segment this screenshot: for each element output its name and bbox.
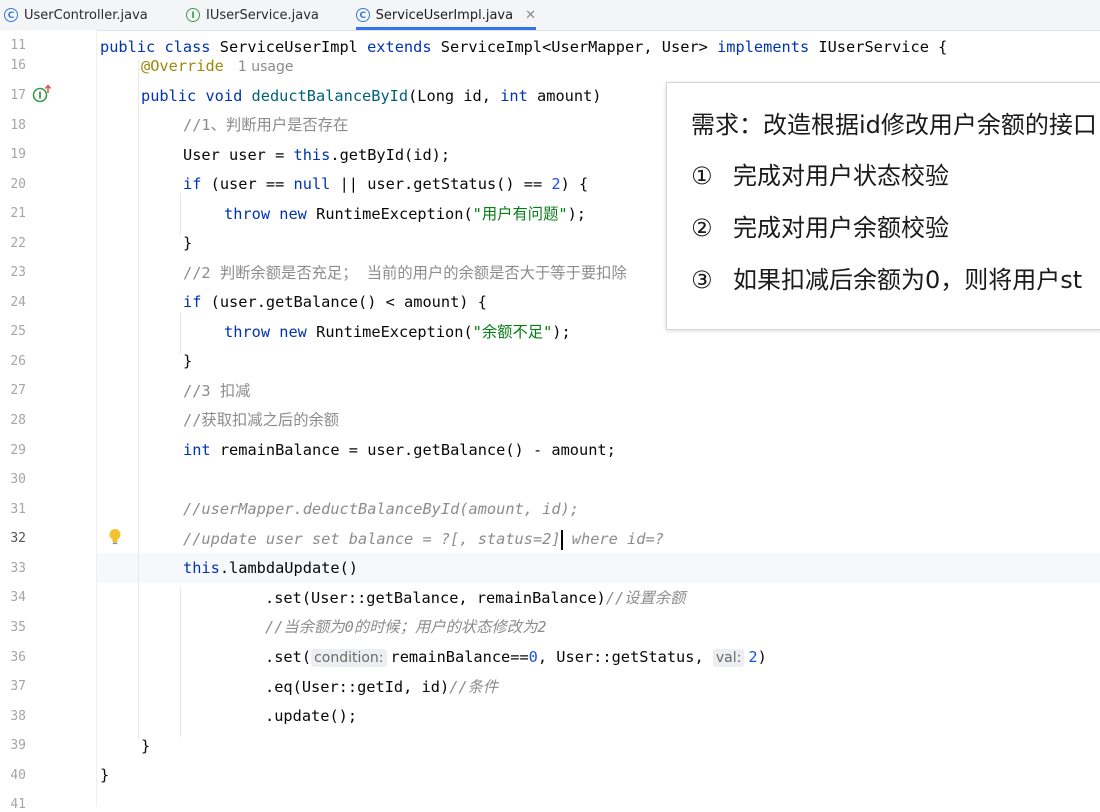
item-text: 完成对用户状态校验: [733, 162, 949, 190]
code-line-37: .eq(User::getId, id)//条件: [265, 678, 499, 696]
tab-label: IUserService.java: [206, 7, 319, 23]
item-marker: ①: [691, 162, 713, 190]
code-line-35: //当余额为0的时候；用户的状态修改为2: [265, 618, 547, 636]
code-line-22: }: [183, 234, 193, 252]
class-icon: C: [4, 8, 18, 22]
indent-guide: [180, 587, 181, 737]
item-marker: ②: [691, 214, 713, 242]
tab-label: ServiceUserImpl.java: [375, 7, 514, 23]
code-line-19: User user = this.getById(id);: [183, 146, 451, 164]
editor-tab-bar: C UserController.java I IUserService.jav…: [0, 0, 1100, 31]
requirements-overlay: 需求：改造根据id修改用户余额的接口 ① 完成对用户状态校验 ② 完成对用户余额校验…: [666, 82, 1100, 330]
code-line-24: if (user.getBalance() < amount) {: [183, 293, 487, 311]
code-line-26: }: [183, 352, 193, 370]
item-marker: ③: [691, 266, 713, 294]
code-line-33: this.lambdaUpdate(): [183, 559, 358, 577]
code-line-31: //userMapper.deductBalanceById(amount, i…: [183, 500, 580, 518]
code-line-27: //3 扣减: [183, 382, 251, 400]
overlay-item: ③ 如果扣减后余额为0，则将用户st: [691, 260, 1082, 295]
indent-guide: [180, 193, 181, 235]
code-line-25: throw new RuntimeException("余额不足");: [224, 323, 571, 341]
code-line-16: @Override 1 usage: [141, 57, 294, 75]
overlay-title: 需求：改造根据id修改用户余额的接口: [691, 111, 1097, 139]
indent-guide: [138, 60, 139, 740]
parameter-hint: condition:: [311, 649, 387, 667]
code-line-23: //2 判断余额是否充足； 当前的用户的余额是否大于等于要扣除: [183, 264, 627, 282]
interface-icon: I: [186, 8, 200, 22]
code-line-39: }: [141, 737, 151, 755]
code-line-34: .set(User::getBalance, remainBalance)//设…: [265, 589, 686, 607]
code-line-11: public class ServiceUserImpl extends Ser…: [100, 38, 948, 56]
code-line-40: }: [100, 766, 110, 784]
indent-guide: [180, 312, 181, 354]
tab-usercontroller[interactable]: C UserController.java: [4, 0, 148, 30]
tab-iuserservice[interactable]: I IUserService.java: [186, 0, 319, 30]
tab-serviceuserimpl[interactable]: C ServiceUserImpl.java ✕: [356, 0, 536, 30]
code-line-29: int remainBalance = user.getBalance() - …: [183, 441, 616, 459]
code-line-18: //1、判断用户是否存在: [183, 116, 349, 134]
usage-hint[interactable]: 1 usage: [238, 59, 294, 75]
overlay-item: ① 完成对用户状态校验: [691, 156, 949, 191]
class-icon: C: [356, 8, 370, 22]
item-text: 如果扣减后余额为0，则将用户st: [733, 266, 1083, 294]
code-line-32: //update user set balance = ?[, status=2…: [183, 529, 664, 550]
code-line-36: .set(condition: remainBalance==0, User::g…: [265, 648, 767, 667]
close-icon[interactable]: ✕: [525, 8, 536, 23]
code-line-21: throw new RuntimeException("用户有问题");: [224, 205, 586, 223]
overlay-item: ② 完成对用户余额校验: [691, 208, 949, 243]
code-line-38: .update();: [265, 707, 358, 725]
parameter-hint: val:: [712, 649, 745, 667]
tab-label: UserController.java: [24, 7, 148, 23]
item-text: 完成对用户余额校验: [733, 214, 949, 242]
code-line-20: if (user == null || user.getStatus() == …: [183, 175, 589, 193]
code-line-17: public void deductBalanceById(Long id, i…: [141, 87, 602, 105]
code-line-28: //获取扣减之后的余额: [183, 411, 340, 429]
